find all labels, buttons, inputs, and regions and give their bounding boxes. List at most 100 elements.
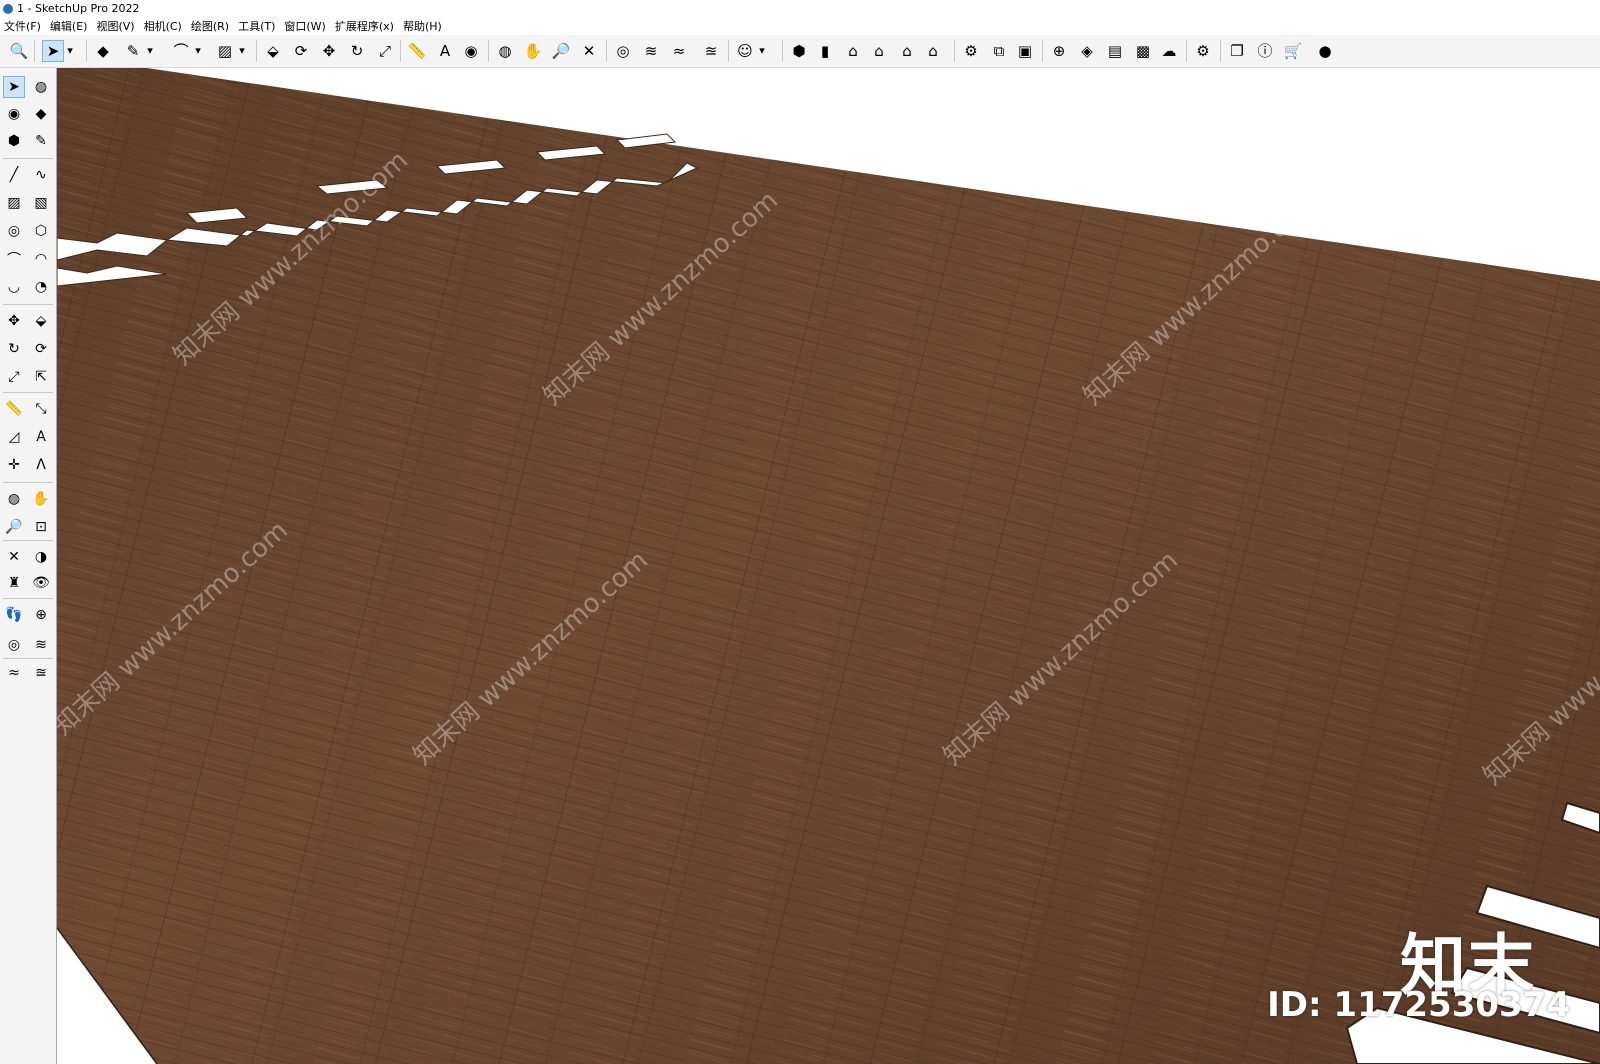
styles-button[interactable]: ▤	[1104, 40, 1126, 62]
rectangle-dropdown-button[interactable]: ▾	[236, 40, 248, 62]
menu-help[interactable]: 帮助(H)	[399, 18, 447, 35]
follow-me-tool-button[interactable]: ⟳	[30, 338, 52, 360]
rectangle-button[interactable]: ▨	[214, 40, 236, 62]
rectangle-tool-button[interactable]: ▨	[3, 192, 25, 214]
rotated-rectangle-tool-button[interactable]: ▧	[30, 192, 52, 214]
dimension-tool-button[interactable]: ⤡	[30, 398, 52, 420]
pie-tool-button[interactable]: ◔	[30, 276, 52, 298]
menu-extensions[interactable]: 扩展程序(x)	[331, 18, 399, 35]
user-button[interactable]: ☺	[734, 40, 756, 62]
view-right-button[interactable]: ▮	[814, 40, 836, 62]
pan-tool-button[interactable]: ✋	[30, 488, 52, 510]
paint-bucket-button[interactable]: ◉	[460, 40, 482, 62]
rotate-button[interactable]: ↻	[346, 40, 368, 62]
move-button[interactable]: ✥	[318, 40, 340, 62]
three-point-arc-tool-button[interactable]: ◡	[3, 276, 25, 298]
sandbox-from-scratch-button[interactable]: ≋	[640, 40, 662, 62]
components-button[interactable]: ⧉	[988, 40, 1010, 62]
look-around-tool-button[interactable]: 👁	[30, 572, 52, 594]
eraser-button[interactable]: ◆	[92, 40, 114, 62]
menu-view[interactable]: 视图(V)	[92, 18, 139, 35]
line-dropdown-button[interactable]: ▾	[144, 40, 156, 62]
tape-measure-button[interactable]: 📏	[406, 40, 428, 62]
sandbox-smoove-button[interactable]: ≈	[668, 40, 690, 62]
arc-button[interactable]: ⌒	[170, 40, 192, 62]
model-viewport[interactable]: 知末网 www.znzmo.com 知末网 www.znzmo.com 知末网 …	[57, 68, 1600, 1064]
line-tool-button[interactable]: ╱	[3, 164, 25, 186]
previous-tool-button[interactable]: ◑	[30, 546, 52, 568]
view-top-button[interactable]: ⌂	[868, 40, 890, 62]
polygon-tool-button[interactable]: ⬡	[30, 220, 52, 242]
view-iso-button[interactable]: ⬢	[788, 40, 810, 62]
tag-tool-button[interactable]: ✎	[30, 130, 52, 152]
account-button[interactable]: ●	[1314, 40, 1336, 62]
move-tool-button[interactable]: ✥	[3, 310, 25, 332]
sandbox-stamp-button[interactable]: ≊	[700, 40, 722, 62]
orbit-2-tool-button[interactable]: ◍	[3, 488, 25, 510]
select-tool-button[interactable]: ➤	[3, 76, 25, 98]
fog-button[interactable]: ▩	[1132, 40, 1154, 62]
zoom-button[interactable]: 🔍	[8, 40, 30, 62]
view-left-button[interactable]: ⌂	[922, 40, 944, 62]
sandbox-from-contours-button[interactable]: ◎	[612, 40, 634, 62]
arc-dropdown-button[interactable]: ▾	[192, 40, 204, 62]
instructor-button[interactable]: ⓘ	[1254, 40, 1276, 62]
user-dropdown-button[interactable]: ▾	[756, 40, 768, 62]
orbit-button[interactable]: ◍	[494, 40, 516, 62]
sandbox-stamp-tool-button[interactable]: ≊	[30, 662, 52, 684]
axes-tool-button[interactable]: ✛	[3, 454, 25, 476]
text-button[interactable]: A	[434, 40, 456, 62]
sandbox-from-contours-tool-button[interactable]: ◎	[3, 634, 25, 656]
menu-file[interactable]: 文件(F)	[0, 18, 46, 35]
select-dropdown-button[interactable]: ▾	[64, 40, 76, 62]
scale-button[interactable]: ⤢	[374, 40, 396, 62]
two-point-arc-tool-button[interactable]: ◠	[30, 248, 52, 270]
zoom-tool-button[interactable]: 🔎	[550, 40, 572, 62]
menu-window[interactable]: 窗口(W)	[280, 18, 330, 35]
add-location-button[interactable]: ⊕	[1048, 40, 1070, 62]
orbit-tool-button[interactable]: ◍	[30, 76, 52, 98]
position-camera-tool-button[interactable]: ♜	[3, 572, 25, 594]
zoom-extents-tool-button[interactable]: ✕	[3, 546, 25, 568]
zoom-extents-button[interactable]: ✕	[578, 40, 600, 62]
circle-tool-button[interactable]: ◎	[3, 220, 25, 242]
section-plane-tool-button[interactable]: ⊕	[30, 604, 52, 626]
line-button[interactable]: ✎	[122, 40, 144, 62]
extension-manager-button[interactable]: ⚙	[1192, 40, 1214, 62]
menu-camera[interactable]: 相机(C)	[140, 18, 187, 35]
push-pull-button[interactable]: ⬙	[262, 40, 284, 62]
view-front-button[interactable]: ⌂	[842, 40, 864, 62]
3d-text-tool-button[interactable]: Ʌ	[30, 454, 52, 476]
push-pull-tool-button[interactable]: ⬙	[30, 310, 52, 332]
walk-tool-button[interactable]: 👣	[3, 604, 25, 626]
view-back-button[interactable]: ⌂	[896, 40, 918, 62]
scenes-button[interactable]: ❐	[1226, 40, 1248, 62]
menu-edit[interactable]: 编辑(E)	[46, 18, 93, 35]
pan-button[interactable]: ✋	[522, 40, 544, 62]
floor-grain	[57, 68, 1600, 1064]
menu-tools[interactable]: 工具(T)	[234, 18, 280, 35]
sandbox-smoove-tool-button[interactable]: ≈	[3, 662, 25, 684]
select-button[interactable]: ➤	[42, 40, 64, 62]
zoom-tool-button[interactable]: 🔎	[3, 516, 25, 538]
offset-tool-button[interactable]: ⇱	[30, 366, 52, 388]
freehand-tool-button[interactable]: ∿	[30, 164, 52, 186]
tape-measure-tool-button[interactable]: 📏	[3, 398, 25, 420]
rotate-tool-button[interactable]: ↻	[3, 338, 25, 360]
sandbox-from-scratch-tool-button[interactable]: ≋	[30, 634, 52, 656]
cloud-upload-button[interactable]: ☁	[1158, 40, 1180, 62]
protractor-tool-button[interactable]: ◿	[3, 426, 25, 448]
scale-tool-button[interactable]: ⤢	[3, 366, 25, 388]
eraser-tool-button[interactable]: ◆	[30, 103, 52, 125]
menu-draw[interactable]: 绘图(R)	[187, 18, 234, 35]
arc-tool-button[interactable]: ⌒	[3, 248, 25, 270]
follow-me-button[interactable]: ⟳	[290, 40, 312, 62]
layers-button[interactable]: ▣	[1014, 40, 1036, 62]
paint-bucket-tool-button[interactable]: ◉	[3, 103, 25, 125]
make-component-tool-button[interactable]: ⬢	[3, 130, 25, 152]
extension-warehouse-button[interactable]: 🛒	[1282, 40, 1304, 62]
zoom-window-tool-button[interactable]: ⊡	[30, 516, 52, 538]
model-info-button[interactable]: ⚙	[960, 40, 982, 62]
shadows-button[interactable]: ◈	[1076, 40, 1098, 62]
text-tool-button[interactable]: A	[30, 426, 52, 448]
